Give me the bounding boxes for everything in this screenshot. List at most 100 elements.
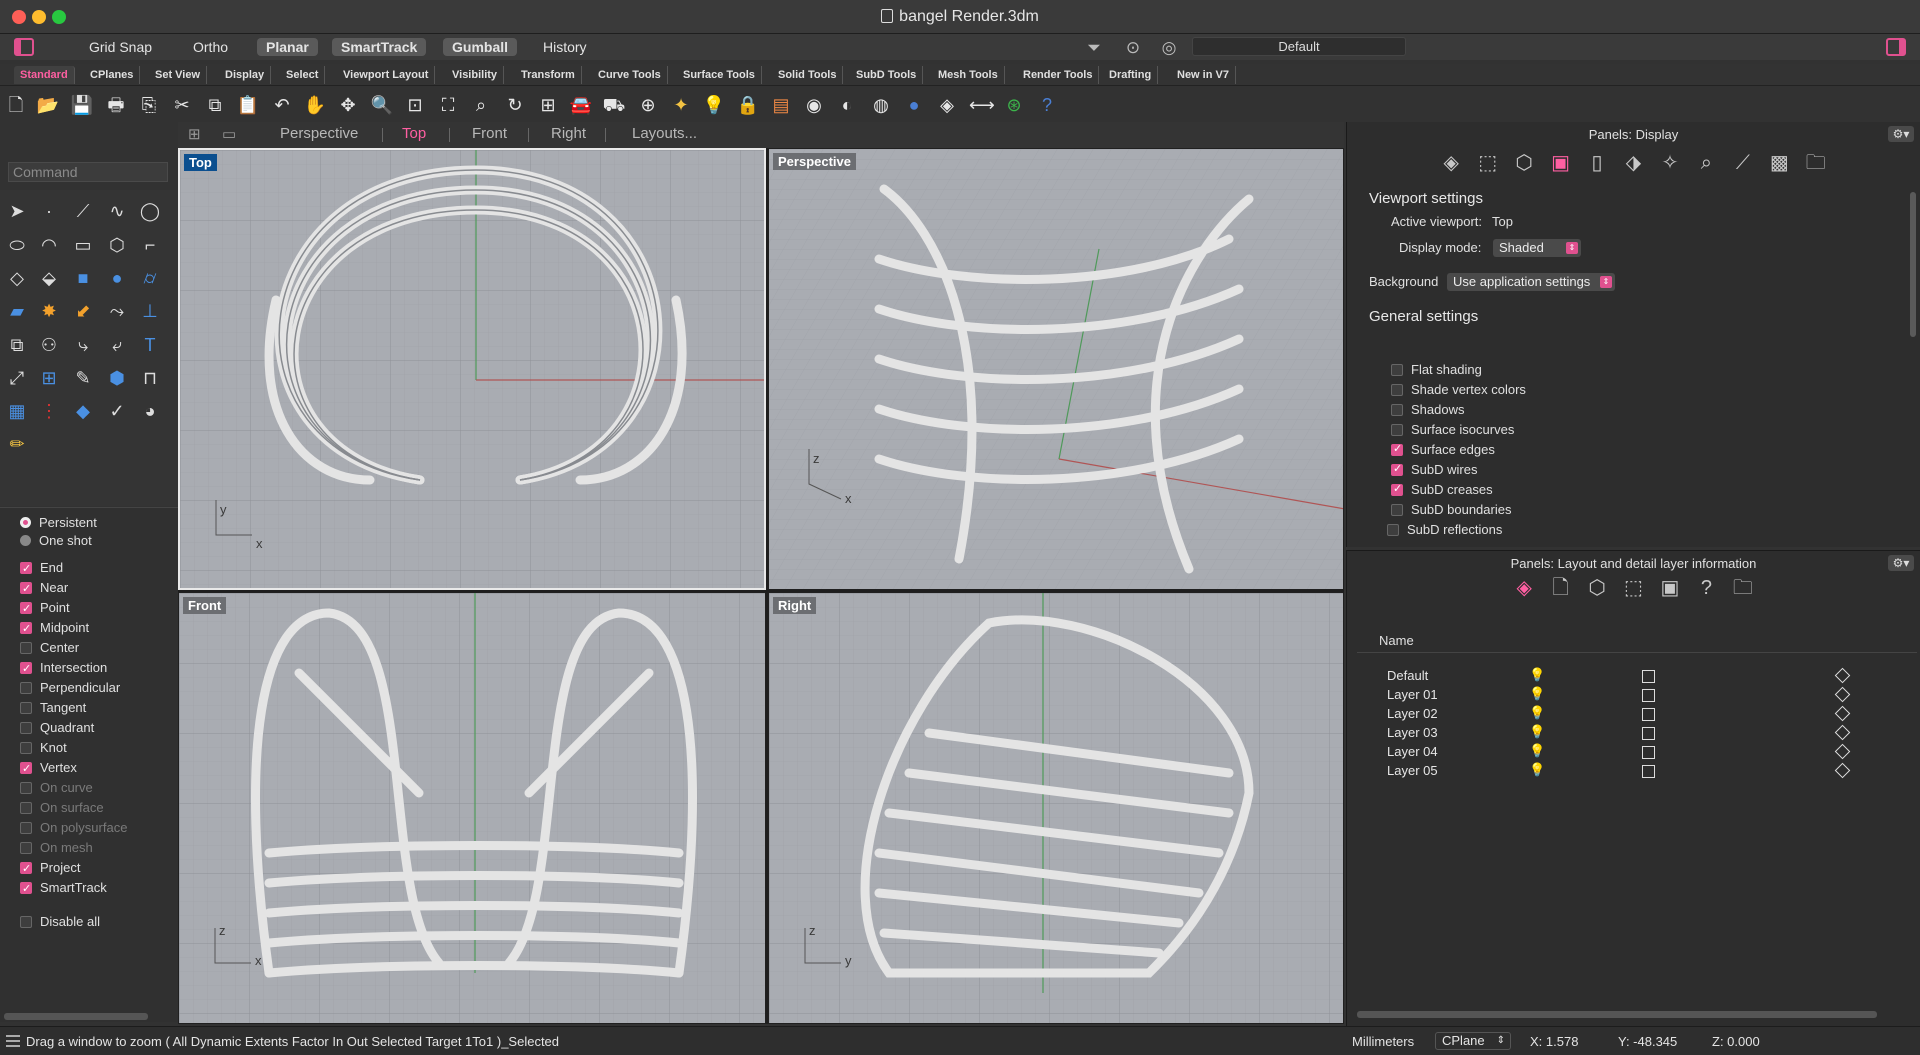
sphere-solid-icon[interactable]: ● — [104, 265, 130, 291]
layer-color-swatch[interactable] — [1642, 670, 1655, 683]
light-icon[interactable]: ✧ — [1654, 150, 1686, 176]
layer-name[interactable]: Layer 01 — [1387, 687, 1438, 702]
single-view-icon[interactable]: ▭ — [222, 125, 236, 143]
layer-name[interactable]: Layer 04 — [1387, 744, 1438, 759]
rectangle-icon[interactable]: ▭ — [70, 232, 96, 258]
layer-name[interactable]: Layer 02 — [1387, 706, 1438, 721]
four-view-icon[interactable]: ⊞ — [188, 125, 201, 143]
display-panel-scrollbar[interactable] — [1910, 192, 1916, 337]
subd-wires-checkbox[interactable]: SubD wires — [1391, 462, 1477, 477]
pencil-icon[interactable]: ✏ — [4, 431, 30, 457]
tab-visibility[interactable]: Visibility — [446, 66, 505, 84]
tab-transform[interactable]: Transform — [515, 66, 582, 84]
light-bulb-icon[interactable]: 💡 — [1529, 705, 1545, 721]
display-mode-select[interactable]: Shaded ⇕ — [1493, 239, 1581, 257]
save-icon[interactable]: 💾 — [70, 93, 94, 117]
layer-row[interactable]: Layer 02 💡 — [1357, 705, 1917, 724]
zoom-selected-icon[interactable]: ⌕ — [469, 93, 493, 117]
layer-color-swatch[interactable] — [1642, 746, 1655, 759]
right-viewport[interactable]: Right z y — [768, 592, 1344, 1024]
polygon-icon[interactable]: ⬡ — [104, 232, 130, 258]
one-shot-radio[interactable]: One shot — [20, 532, 92, 550]
light-bulb-icon[interactable]: 💡 — [702, 93, 726, 117]
sphere-shaded-icon[interactable]: ◐ — [835, 93, 859, 117]
cplane-select[interactable]: CPlane ⇕ — [1435, 1032, 1511, 1050]
undo-icon[interactable]: ↶ — [270, 93, 294, 117]
menu-icon[interactable] — [6, 1035, 20, 1047]
tab-subd-tools[interactable]: SubD Tools — [850, 66, 924, 84]
right-sidebar-toggle-icon[interactable] — [1886, 38, 1906, 56]
tab-select[interactable]: Select — [280, 66, 326, 84]
osnap-on-polysurface-checkbox[interactable]: On polysurface — [20, 819, 127, 837]
tab-layouts[interactable]: Layouts... — [632, 125, 697, 142]
osnap-smarttrack-checkbox[interactable]: SmartTrack — [20, 879, 107, 898]
cylinder-icon[interactable]: ⌭ — [137, 265, 163, 291]
offset-icon[interactable]: ⤳ — [104, 298, 130, 324]
layer-row[interactable]: Layer 01 💡 — [1357, 686, 1917, 705]
viewport-layout-icon[interactable]: ⊞ — [536, 93, 560, 117]
arrow-direction-icon[interactable]: ⬋ — [70, 298, 96, 324]
document-icon[interactable]: 🗋 — [1545, 575, 1577, 601]
layer-row[interactable]: Layer 03 💡 — [1357, 724, 1917, 743]
material-diamond-icon[interactable] — [1834, 724, 1851, 741]
sphere-wire-icon[interactable]: ◍ — [869, 93, 893, 117]
tab-display[interactable]: Display — [219, 66, 272, 84]
check-icon[interactable]: ✓ — [104, 398, 130, 424]
tab-viewport-layout[interactable]: Viewport Layout — [337, 66, 436, 84]
rotate-view-icon[interactable]: ✥ — [336, 93, 360, 117]
material-diamond-icon[interactable] — [1834, 743, 1851, 760]
layer-color-swatch[interactable] — [1642, 765, 1655, 778]
layer-name[interactable]: Default — [1387, 668, 1428, 683]
dimension-tool-icon[interactable]: ⊓ — [137, 365, 163, 391]
subd-boundaries-checkbox[interactable]: SubD boundaries — [1391, 502, 1511, 517]
zoom-dynamic-icon[interactable]: 🔍 — [370, 93, 394, 117]
fillet-icon[interactable]: ⌐ — [137, 232, 163, 258]
dimension-icon[interactable]: ⟷ — [969, 93, 995, 117]
osnap-intersection-checkbox[interactable]: Intersection — [20, 659, 107, 678]
left-sidebar-toggle-icon[interactable] — [14, 38, 34, 56]
gumball-toggle[interactable]: Gumball — [443, 38, 518, 56]
polyline-icon[interactable]: ⟋ — [70, 198, 96, 224]
front-viewport[interactable]: Front z x — [178, 592, 766, 1024]
tab-mesh-tools[interactable]: Mesh Tools — [932, 66, 1005, 84]
smarttrack-toggle[interactable]: SmartTrack — [332, 38, 427, 56]
tab-surface-tools[interactable]: Surface Tools — [677, 66, 762, 84]
front-viewport-label[interactable]: Front — [183, 597, 227, 614]
rendering-icon[interactable]: ⬗ — [1618, 150, 1650, 176]
zoom-window-icon[interactable]: ⊡ — [403, 93, 427, 117]
help-icon[interactable]: ? — [1035, 93, 1059, 117]
layers-icon[interactable]: ◈ — [1435, 150, 1467, 176]
move-icon[interactable]: ⤢ — [4, 365, 30, 391]
gear-icon[interactable]: ⚙▾ — [1888, 555, 1914, 571]
options-globe-icon[interactable]: ⊛ — [1002, 93, 1026, 117]
layer-color-swatch[interactable] — [1642, 727, 1655, 740]
right-viewport-label[interactable]: Right — [773, 597, 817, 614]
light-bulb-icon[interactable]: 💡 — [1529, 667, 1545, 683]
history-toggle[interactable]: History — [534, 38, 596, 56]
tab-new-in-v7[interactable]: New in V7 — [1171, 66, 1236, 84]
osnap-on-curve-checkbox[interactable]: On curve — [20, 779, 93, 797]
block-icon[interactable]: ⊞ — [36, 365, 62, 391]
planar-toggle[interactable]: Planar — [257, 38, 318, 56]
zoom-extents-icon[interactable]: ⛶ — [436, 93, 460, 117]
layer-name[interactable]: Layer 03 — [1387, 725, 1438, 740]
shade-icon[interactable]: ◕ — [137, 398, 163, 424]
paint-icon[interactable]: ✎ — [70, 365, 96, 391]
perspective-viewport-label[interactable]: Perspective — [773, 153, 856, 170]
analyze-icon[interactable]: ⋮ — [36, 398, 62, 424]
print-icon[interactable]: 🖶 — [104, 93, 128, 117]
material-diamond-icon[interactable] — [1834, 762, 1851, 779]
wireframe-car-icon[interactable]: ⛟ — [602, 93, 626, 117]
light-bulb-icon[interactable]: 💡 — [1529, 762, 1545, 778]
osnap-on-surface-checkbox[interactable]: On surface — [20, 799, 104, 817]
ellipse-icon[interactable]: ⬭ — [4, 232, 30, 258]
gear-icon[interactable]: ⚙▾ — [1888, 126, 1914, 142]
osnap-tangent-checkbox[interactable]: Tangent — [20, 699, 86, 717]
light-bulb-icon[interactable]: 💡 — [1529, 724, 1545, 740]
grid-snap-toggle[interactable]: Grid Snap — [80, 38, 161, 56]
shadows-checkbox[interactable]: Shadows — [1391, 402, 1464, 417]
grid-array-icon[interactable]: ▦ — [4, 398, 30, 424]
layer-name[interactable]: Layer 05 — [1387, 763, 1438, 778]
name-column-header[interactable]: Name — [1379, 633, 1414, 648]
help-icon[interactable]: ? — [1690, 575, 1722, 601]
